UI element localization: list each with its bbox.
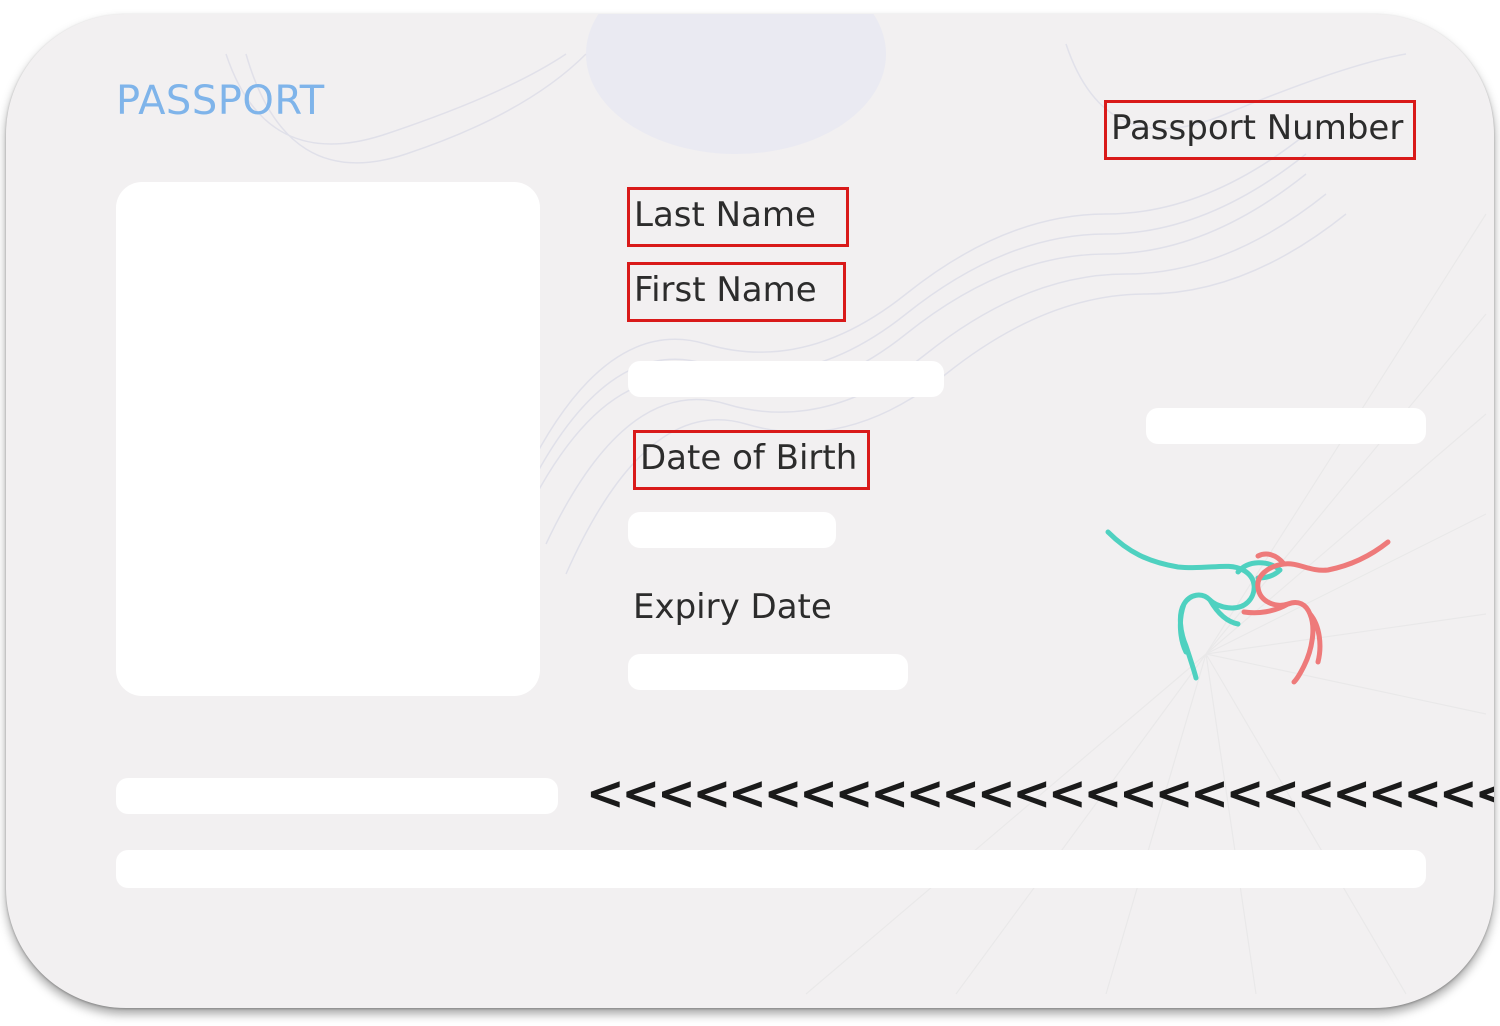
first-name-label: First Name [627,262,846,322]
passport-number-label: Passport Number [1104,100,1417,160]
date-of-birth-value-field [628,512,836,548]
expiry-date-label: Expiry Date [633,587,832,627]
kangaroo-pair-icon [1105,529,1391,685]
last-name-label: Last Name [627,187,849,247]
expiry-date-value-field [628,654,908,690]
passport-number-value-field [1146,408,1426,444]
photo-placeholder [116,182,540,696]
mrz-bottom-value-field [116,850,1426,888]
mrz-line: <<<<<<<<<<<<<<<<<<<<<<<<<<<<<<< [586,766,1494,820]
passport-title: PASSPORT [116,78,325,124]
passport-card: PASSPORT Passport Number Last Name First… [6,14,1494,1008]
mrz-left-value-field [116,778,558,814]
name-value-field [628,361,944,397]
date-of-birth-label: Date of Birth [633,430,871,490]
